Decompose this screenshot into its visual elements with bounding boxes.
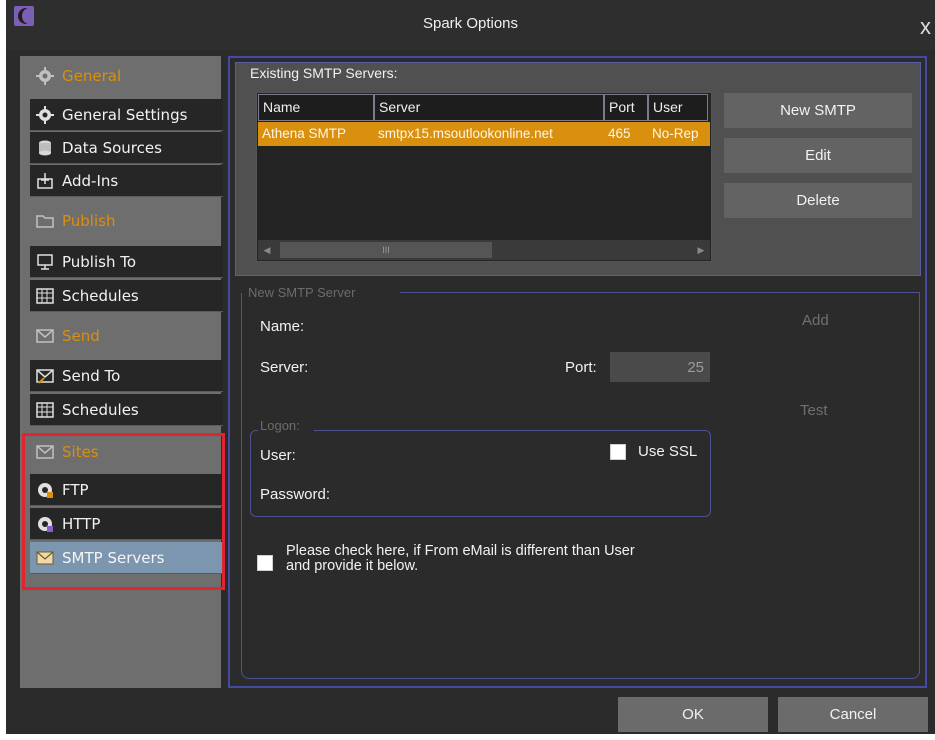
sidebar-item-label: General Settings [62, 105, 188, 124]
from-email-label-line2: and provide it below. [286, 558, 419, 574]
sidebar-section-label: Publish [62, 212, 116, 230]
sidebar-item-send-schedules[interactable]: Schedules [30, 394, 223, 426]
user-label: User: [260, 447, 296, 464]
sidebar-item-label: Publish To [62, 252, 137, 271]
scroll-right-arrow-icon[interactable]: ▶ [692, 241, 710, 259]
sidebar-item-ftp[interactable]: FTP [30, 474, 223, 506]
publish-icon [36, 253, 54, 271]
cancel-button[interactable]: Cancel [778, 697, 928, 732]
ok-button[interactable]: OK [618, 697, 768, 732]
sidebar-item-publish-to[interactable]: Publish To [30, 246, 223, 278]
sidebar-item-data-sources[interactable]: Data Sources [30, 132, 223, 164]
title-bar: Spark Options x [6, 0, 935, 50]
name-label: Name: [260, 318, 305, 335]
sidebar-section-send: Send [28, 318, 229, 354]
use-ssl-checkbox[interactable] [610, 444, 626, 460]
column-header-port[interactable]: Port [604, 94, 648, 121]
cell-server: smtpx15.msoutlookonline.net [378, 126, 553, 141]
column-header-server[interactable]: Server [374, 94, 604, 121]
cell-user: No-Rep [652, 126, 699, 141]
calendar-icon [36, 287, 54, 305]
scroll-left-arrow-icon[interactable]: ◀ [258, 241, 276, 259]
sidebar-item-general-settings[interactable]: General Settings [30, 99, 223, 131]
sidebar-item-publish-schedules[interactable]: Schedules [30, 280, 223, 312]
sidebar-item-label: Send To [62, 366, 121, 385]
port-input[interactable] [610, 352, 710, 382]
sidebar-item-label: HTTP [62, 514, 101, 533]
new-smtp-group-title: New SMTP Server [248, 285, 356, 300]
horizontal-scrollbar[interactable]: ◀ III ▶ [258, 240, 710, 260]
add-button[interactable]: Add [802, 312, 829, 329]
mail-icon [36, 327, 54, 345]
sidebar-item-label: Schedules [62, 286, 139, 305]
smtp-mail-icon [36, 549, 54, 567]
port-label: Port: [565, 359, 597, 376]
sidebar-section-label: Send [62, 327, 100, 345]
scroll-thumb[interactable]: III [280, 242, 492, 258]
sidebar-item-label: Schedules [62, 400, 139, 419]
column-header-user[interactable]: User [648, 94, 708, 121]
window-title: Spark Options [422, 15, 519, 32]
server-label: Server: [260, 359, 309, 376]
folder-icon [36, 212, 54, 230]
sidebar-item-label: FTP [62, 480, 89, 499]
gear-icon [36, 67, 54, 85]
sidebar-section-publish: Publish [28, 203, 229, 239]
existing-servers-title: Existing SMTP Servers: [250, 65, 398, 81]
sidebar-section-label: General [62, 67, 122, 85]
sidebar-item-label: Add-Ins [62, 171, 119, 190]
sidebar-section-label: Sites [62, 443, 99, 461]
table-row[interactable]: Athena SMTP smtpx15.msoutlookonline.net … [258, 122, 710, 146]
from-email-checkbox[interactable] [257, 555, 273, 571]
new-smtp-group-border [400, 292, 920, 293]
logon-title: Logon: [260, 418, 300, 433]
edit-button[interactable]: Edit [724, 138, 912, 173]
database-icon [36, 139, 54, 157]
delete-button[interactable]: Delete [724, 183, 912, 218]
column-header-name[interactable]: Name [258, 94, 374, 121]
from-email-label-line1: Please check here, if From eMail is diff… [286, 543, 635, 559]
sidebar-item-http[interactable]: HTTP [30, 508, 223, 540]
calendar-icon [36, 401, 54, 419]
cell-port: 465 [608, 126, 631, 141]
password-label: Password: [260, 486, 331, 503]
new-smtp-button[interactable]: New SMTP [724, 93, 912, 128]
sidebar-item-label: SMTP Servers [62, 548, 165, 567]
cell-name: Athena SMTP [262, 126, 347, 141]
mail-icon [36, 443, 54, 461]
table-header: Name Server Port User [258, 94, 708, 121]
sidebar-item-send-to[interactable]: Send To [30, 360, 223, 392]
sidebar-item-label: Data Sources [62, 138, 162, 157]
add-ins-icon [36, 172, 54, 190]
close-icon[interactable]: x [920, 16, 931, 38]
sidebar-item-smtp-servers[interactable]: SMTP Servers [30, 542, 223, 574]
http-icon [36, 515, 54, 533]
use-ssl-label: Use SSL [638, 443, 698, 460]
sidebar-section-general: General [28, 58, 229, 94]
sidebar-section-sites: Sites [28, 434, 229, 470]
test-button[interactable]: Test [800, 402, 828, 419]
send-mail-icon [36, 367, 54, 385]
ftp-icon [36, 481, 54, 499]
sidebar-item-add-ins[interactable]: Add-Ins [30, 165, 223, 197]
gear-icon [36, 105, 54, 124]
